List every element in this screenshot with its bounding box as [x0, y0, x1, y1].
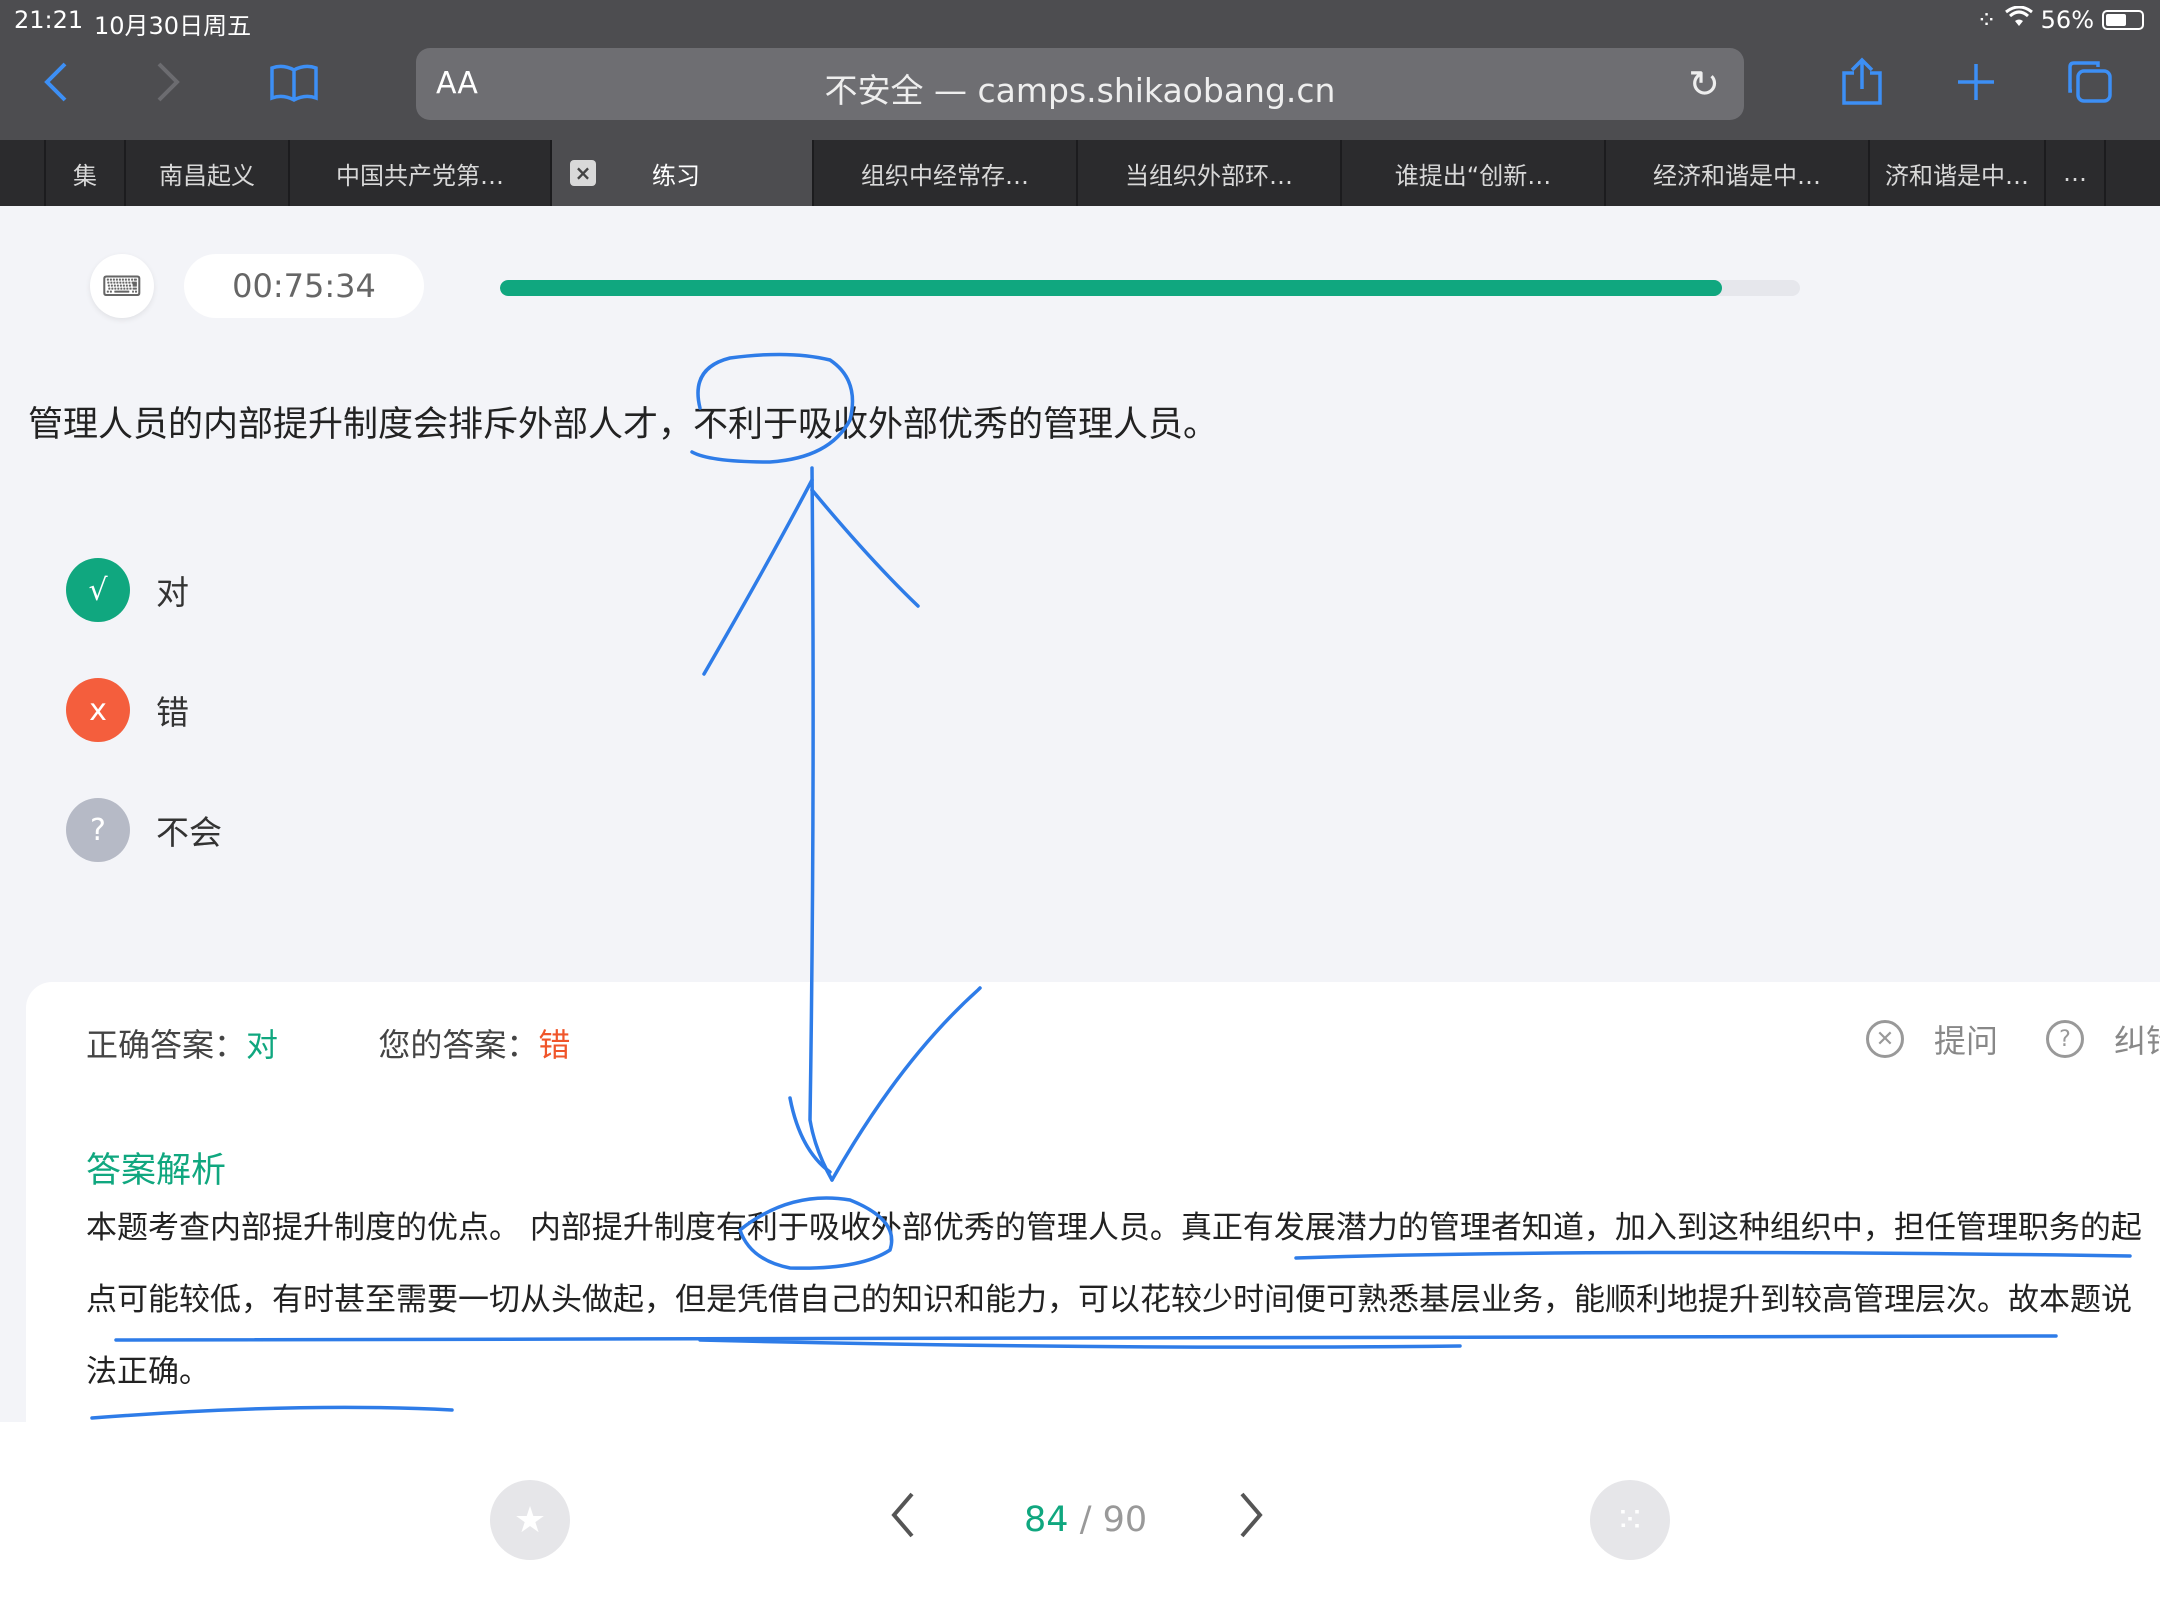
help-icon[interactable]: ?: [2046, 1020, 2085, 1058]
progress-fill: [500, 280, 1722, 296]
new-tab-button[interactable]: [1946, 52, 2006, 112]
analysis-title: 答案解析: [86, 1151, 227, 1191]
tab-strip: 集 南昌起义 中国共产党第… × 练习 组织中经常存… 当组织外部环… 谁提出“…: [0, 140, 2160, 206]
answer-card: 正确答案：对 您的答案：错 ✕ 提问 ? 纠错 答案解析 本题考查内部提升制度的…: [26, 982, 2160, 1422]
option-false[interactable]: x 错: [66, 678, 189, 742]
option-true[interactable]: √ 对: [66, 558, 189, 622]
status-time: 21:21: [14, 6, 84, 34]
correct-answer-label: 正确答案：: [86, 1026, 247, 1064]
back-button[interactable]: [26, 52, 86, 112]
tab-active-label: 练习: [652, 161, 700, 190]
my-answer-value: 错: [538, 1026, 571, 1064]
tabs-overview-button[interactable]: [2060, 52, 2120, 112]
reload-icon[interactable]: ↻: [1688, 62, 1720, 106]
forward-button[interactable]: [138, 52, 198, 112]
tab-3[interactable]: 中国共产党第…: [290, 140, 552, 206]
total-pages: / 90: [1079, 1500, 1148, 1540]
bookmarks-button[interactable]: [264, 52, 324, 112]
my-answer-label: 您的答案：: [378, 1026, 539, 1064]
question-icon: ?: [66, 798, 130, 862]
activity-icon: ⁘: [1976, 6, 1997, 34]
timer: 00:75:34: [184, 254, 424, 318]
option-unknown[interactable]: ? 不会: [66, 798, 222, 862]
tab-9[interactable]: 济和谐是中…: [1870, 140, 2046, 206]
address-text[interactable]: 不安全 — camps.shikaobang.cn: [416, 64, 1744, 112]
address-bar[interactable]: AA 不安全 — camps.shikaobang.cn ↻: [416, 48, 1744, 120]
option-label: 错: [156, 693, 189, 732]
battery-percent: 56%: [2040, 6, 2094, 34]
bottom-bar: ★ 84 / 90 ⁙: [0, 1422, 2160, 1618]
question-text: 管理人员的内部提升制度会排斥外部人才，不利于吸收外部优秀的管理人员。: [28, 405, 1219, 445]
keyboard-icon[interactable]: ⌨: [90, 254, 154, 318]
tab-6[interactable]: 当组织外部环…: [1078, 140, 1342, 206]
tab-active[interactable]: × 练习: [552, 140, 814, 206]
current-page: 84: [1024, 1500, 1069, 1540]
option-label: 不会: [156, 813, 222, 852]
correct-answer-value: 对: [246, 1026, 279, 1064]
wifi-icon: [2004, 5, 2033, 34]
browser-chrome: 21:21 10月30日周五 ⁘ 56% AA 不安全 — camps.shik…: [0, 0, 2160, 140]
tab-8[interactable]: 经济和谐是中…: [1606, 140, 1870, 206]
tab-10[interactable]: …: [2046, 140, 2106, 206]
favorite-star-icon[interactable]: ★: [490, 1480, 570, 1560]
next-question-button[interactable]: [1236, 1482, 1266, 1556]
check-icon: √: [66, 558, 130, 622]
cross-icon: x: [66, 678, 130, 742]
answer-row: 正确答案：对 您的答案：错: [86, 1020, 570, 1066]
share-button[interactable]: [1832, 52, 1892, 112]
ask-button[interactable]: 提问: [1934, 1016, 1998, 1062]
tab-1[interactable]: 集: [46, 140, 126, 206]
answer-actions: ✕ 提问 ? 纠错: [1866, 1016, 2160, 1062]
practice-toolbar: ⌨ 00:75:34: [0, 240, 2160, 330]
ask-icon[interactable]: ✕: [1866, 1020, 1904, 1058]
option-label: 对: [156, 573, 189, 612]
answer-sheet-grid-icon[interactable]: ⁙: [1590, 1480, 1670, 1560]
analysis-text: 本题考查内部提升制度的优点。 内部提升制度有利于吸收外部优秀的管理人员。真正有发…: [86, 1210, 2142, 1390]
status-date: 10月30日周五: [94, 12, 252, 40]
status-bar: 21:21 10月30日周五 ⁘ 56%: [0, 0, 2160, 40]
tab-2[interactable]: 南昌起义: [126, 140, 290, 206]
progress-bar: [500, 280, 1800, 296]
tab-spacer: [0, 140, 46, 206]
report-error-button[interactable]: 纠错: [2114, 1016, 2160, 1062]
battery-icon: [2102, 10, 2144, 30]
tab-5[interactable]: 组织中经常存…: [814, 140, 1078, 206]
prev-question-button[interactable]: [888, 1482, 918, 1556]
tab-7[interactable]: 谁提出“创新…: [1342, 140, 1606, 206]
close-tab-icon[interactable]: ×: [570, 160, 596, 186]
status-right: ⁘ 56%: [1976, 5, 2144, 34]
page-indicator: 84 / 90: [1024, 1500, 1147, 1540]
